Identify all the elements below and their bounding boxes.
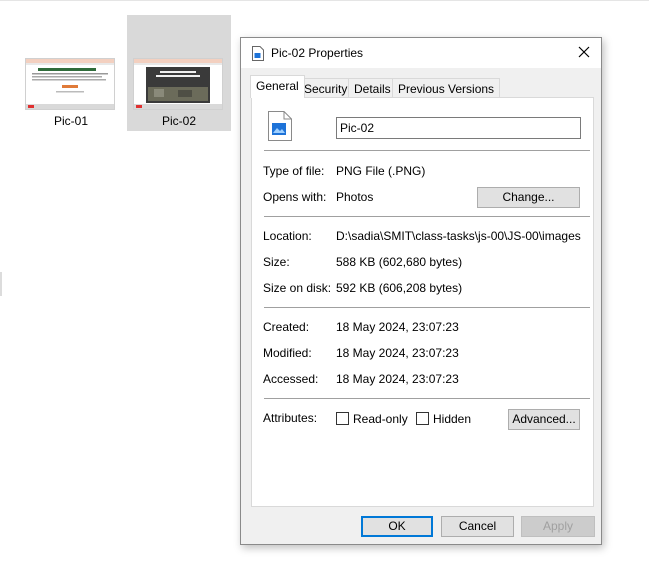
divider: [264, 216, 590, 217]
type-of-file-value: PNG File (.PNG): [336, 164, 426, 178]
size-on-disk-value: 592 KB (606,208 bytes): [336, 281, 463, 295]
location-label: Location:: [263, 229, 312, 243]
png-file-icon: [268, 111, 292, 144]
created-label: Created:: [263, 320, 310, 334]
readonly-checkbox[interactable]: [336, 412, 349, 425]
file-name-input[interactable]: [336, 117, 581, 139]
close-icon: [578, 46, 590, 61]
accessed-value: 18 May 2024, 23:07:23: [336, 372, 459, 386]
file-name-label: Pic-01: [53, 114, 88, 128]
ok-button[interactable]: OK: [361, 516, 433, 537]
general-tab-panel: Type of file: PNG File (.PNG) Opens with…: [251, 97, 594, 507]
change-button[interactable]: Change...: [477, 187, 580, 208]
apply-button[interactable]: Apply: [521, 516, 595, 537]
tab-general[interactable]: General: [250, 75, 305, 98]
created-value: 18 May 2024, 23:07:23: [336, 320, 459, 334]
advanced-button[interactable]: Advanced...: [508, 409, 580, 430]
image-file-icon: [252, 46, 264, 64]
accessed-label: Accessed:: [263, 372, 319, 386]
size-on-disk-label: Size on disk:: [263, 281, 332, 295]
modified-value: 18 May 2024, 23:07:23: [336, 346, 459, 360]
divider: [264, 307, 590, 308]
opens-with-label: Opens with:: [263, 190, 327, 204]
file-item-pic-01[interactable]: Pic-01: [19, 15, 123, 131]
attributes-label: Attributes:: [263, 411, 318, 425]
dialog-titlebar[interactable]: Pic-02 Properties: [241, 38, 601, 68]
location-value: D:\sadia\SMIT\class-tasks\js-00\JS-00\im…: [336, 229, 581, 243]
hidden-checkbox[interactable]: [416, 412, 429, 425]
type-of-file-label: Type of file:: [263, 164, 325, 178]
window-top-border: [0, 0, 649, 1]
file-thumbnail: [25, 58, 115, 110]
readonly-label[interactable]: Read-only: [353, 412, 408, 426]
tab-security[interactable]: Security: [298, 78, 354, 98]
modified-label: Modified:: [263, 346, 312, 360]
opens-with-value: Photos: [336, 190, 374, 204]
properties-dialog: Pic-02 Properties General Security Detai…: [240, 37, 602, 545]
cancel-button[interactable]: Cancel: [441, 516, 514, 537]
dialog-title: Pic-02 Properties: [271, 46, 364, 60]
tab-previous-versions[interactable]: Previous Versions: [392, 78, 501, 98]
divider: [264, 150, 590, 151]
divider: [264, 398, 590, 399]
file-name-label: Pic-02: [161, 114, 196, 128]
size-label: Size:: [263, 255, 290, 269]
file-item-pic-02[interactable]: Pic-02: [127, 15, 231, 131]
close-button[interactable]: [567, 38, 601, 68]
hidden-label[interactable]: Hidden: [433, 412, 471, 426]
tab-details[interactable]: Details: [348, 78, 397, 98]
file-thumbnail: [133, 58, 223, 110]
size-value: 588 KB (602,680 bytes): [336, 255, 463, 269]
left-edge-marker: [0, 272, 2, 296]
